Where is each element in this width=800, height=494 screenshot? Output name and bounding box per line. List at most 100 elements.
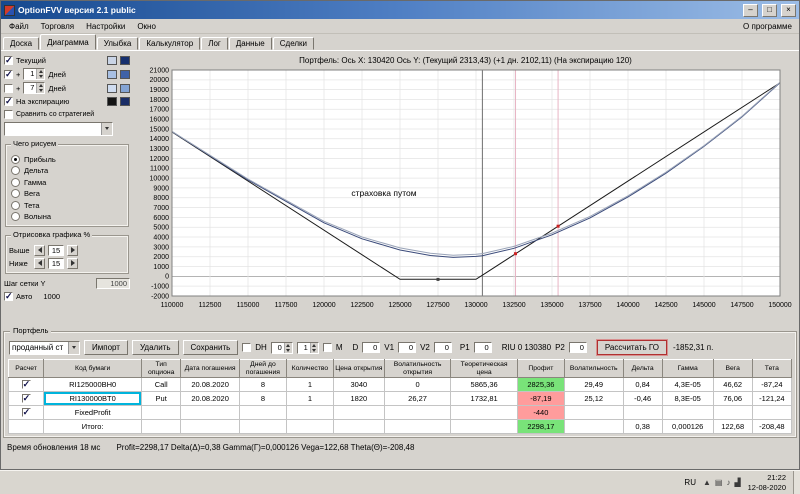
current-checkbox[interactable] xyxy=(4,56,13,65)
plus7-checkbox[interactable] xyxy=(4,84,13,93)
cell-calc[interactable] xyxy=(9,378,44,392)
strategy-combo-arrow-icon[interactable] xyxy=(101,123,112,135)
table-row-2: FixedProfit -440 xyxy=(9,406,792,420)
draw-option-Тета[interactable]: Тета xyxy=(11,201,123,210)
plus1-swatch-2[interactable] xyxy=(120,70,130,79)
v1-field[interactable]: 0 xyxy=(398,342,416,353)
menu-item-Окно[interactable]: Окно xyxy=(131,21,162,32)
tab-Доска[interactable]: Доска xyxy=(3,37,39,50)
tab-Диаграмма[interactable]: Диаграмма xyxy=(40,34,96,50)
cell-calc[interactable] xyxy=(9,420,44,434)
draw-option-Волына[interactable]: Волына xyxy=(11,212,123,221)
tab-Улыбка[interactable]: Улыбка xyxy=(97,37,139,50)
dh-checkbox[interactable] xyxy=(242,343,251,352)
draw-groupbox: Чего рисуем ПрибыльДельтаГаммаВегаТетаВо… xyxy=(5,144,129,227)
plus1-days-spinner[interactable]: 1 xyxy=(23,68,45,80)
current-swatch-2[interactable] xyxy=(120,56,130,65)
radio-icon xyxy=(11,189,20,198)
grid-auto-checkbox[interactable] xyxy=(4,292,13,301)
svg-text:115000: 115000 xyxy=(237,302,260,309)
maximize-button-icon[interactable]: □ xyxy=(762,4,777,17)
spinner-arrows-icon[interactable] xyxy=(284,343,292,353)
col-header-2: Тип опциона xyxy=(142,360,181,378)
cell-calc[interactable] xyxy=(9,392,44,406)
cell-open-vol: 0 xyxy=(384,378,451,392)
menu-about[interactable]: О программе xyxy=(743,22,797,31)
cell-gamma: 4,3E-05 xyxy=(662,378,713,392)
m-checkbox[interactable] xyxy=(323,343,332,352)
cell-calc[interactable] xyxy=(9,406,44,420)
cell-code[interactable]: FixedProfit xyxy=(44,406,142,420)
below-value: 15 xyxy=(48,258,64,269)
cell-code[interactable]: RI130000BT0 xyxy=(44,392,142,406)
cell-code[interactable]: Итого: xyxy=(44,420,142,434)
row-checkbox[interactable] xyxy=(22,408,31,417)
spinner-arrows-icon[interactable] xyxy=(36,83,44,93)
strategy-combobox-text xyxy=(5,123,101,135)
above-decrease-button[interactable] xyxy=(34,245,45,256)
above-label: Выше xyxy=(9,246,31,255)
dh-spinner-2[interactable]: 1 xyxy=(297,342,319,354)
p1-field[interactable]: 0 xyxy=(474,342,492,353)
row-checkbox[interactable] xyxy=(22,380,31,389)
draw-option-Вега[interactable]: Вега xyxy=(11,189,123,198)
d-field[interactable]: 0 xyxy=(362,342,380,353)
cell-delta: 0,84 xyxy=(623,378,662,392)
radio-icon xyxy=(11,155,20,164)
preset-combo-arrow-icon[interactable] xyxy=(68,342,79,354)
spinner-arrows-icon[interactable] xyxy=(36,69,44,79)
plus7-swatch-2[interactable] xyxy=(120,84,130,93)
close-button-icon[interactable]: × xyxy=(781,4,796,17)
p2-field[interactable]: 0 xyxy=(569,342,587,353)
p1-label: P1 xyxy=(460,343,470,352)
menu-item-Торговля[interactable]: Торговля xyxy=(35,21,80,32)
row-checkbox[interactable] xyxy=(22,394,31,403)
clock[interactable]: 21:22 12-08-2020 xyxy=(745,473,789,493)
cell-code[interactable]: RI125000BH0 xyxy=(44,378,142,392)
import-button[interactable]: Импорт xyxy=(84,340,128,355)
tab-Сделки[interactable]: Сделки xyxy=(273,37,314,50)
calc-go-button[interactable]: Рассчитать ГО xyxy=(597,340,667,355)
plus1-checkbox[interactable] xyxy=(4,70,13,79)
network-icon[interactable]: ▟ xyxy=(734,478,740,487)
delete-button[interactable]: Удалить xyxy=(132,340,179,355)
minimize-button-icon[interactable]: – xyxy=(743,4,758,17)
grid-step-field[interactable]: 1000 xyxy=(96,278,130,289)
show-desktop-button[interactable] xyxy=(793,471,800,494)
menu-bar-items: ФайлТорговляНастройкиОкно xyxy=(3,21,162,32)
preset-combobox[interactable]: проданный ст xyxy=(9,341,80,355)
expiry-checkbox[interactable] xyxy=(4,97,13,106)
current-swatch-1[interactable] xyxy=(107,56,117,65)
hidden-icons-icon[interactable]: ▲ xyxy=(703,478,711,487)
draw-option-Гамма[interactable]: Гамма xyxy=(11,178,123,187)
tab-Данные[interactable]: Данные xyxy=(229,37,272,50)
expiry-swatch-1[interactable] xyxy=(107,97,117,106)
v2-field[interactable]: 0 xyxy=(434,342,452,353)
plus1-swatch-1[interactable] xyxy=(107,70,117,79)
plus7-swatch-1[interactable] xyxy=(107,84,117,93)
draw-option-Дельта[interactable]: Дельта xyxy=(11,166,123,175)
above-increase-button[interactable] xyxy=(67,245,78,256)
below-increase-button[interactable] xyxy=(67,258,78,269)
draw-option-Прибыль[interactable]: Прибыль xyxy=(11,155,123,164)
strategy-combobox[interactable] xyxy=(4,122,113,136)
dh-spinner-1[interactable]: 0 xyxy=(271,342,293,354)
title-bar: OptionFVV версия 2.1 public – □ × xyxy=(1,1,799,19)
expiry-swatch-2[interactable] xyxy=(120,97,130,106)
chart-area: Портфель: Ось X: 130420 Ось Y: (Текущий … xyxy=(132,51,799,329)
plus7-days-spinner[interactable]: 7 xyxy=(23,82,45,94)
tab-Калькулятор[interactable]: Калькулятор xyxy=(139,37,200,50)
below-decrease-button[interactable] xyxy=(34,258,45,269)
compare-checkbox[interactable] xyxy=(4,110,13,119)
cell-profit: -440 xyxy=(517,406,564,420)
language-indicator[interactable]: RU xyxy=(681,478,699,487)
menu-item-Настройки[interactable]: Настройки xyxy=(80,21,131,32)
volume-icon[interactable]: ♪ xyxy=(726,478,730,487)
draw-option-label: Дельта xyxy=(24,166,48,175)
tab-Лог[interactable]: Лог xyxy=(201,37,228,50)
menu-item-Файл[interactable]: Файл xyxy=(3,21,35,32)
col-header-14: Тета xyxy=(752,360,791,378)
display-icon[interactable]: ▤ xyxy=(715,478,723,487)
save-button[interactable]: Сохранить xyxy=(183,340,239,355)
spinner-arrows-icon[interactable] xyxy=(310,343,318,353)
